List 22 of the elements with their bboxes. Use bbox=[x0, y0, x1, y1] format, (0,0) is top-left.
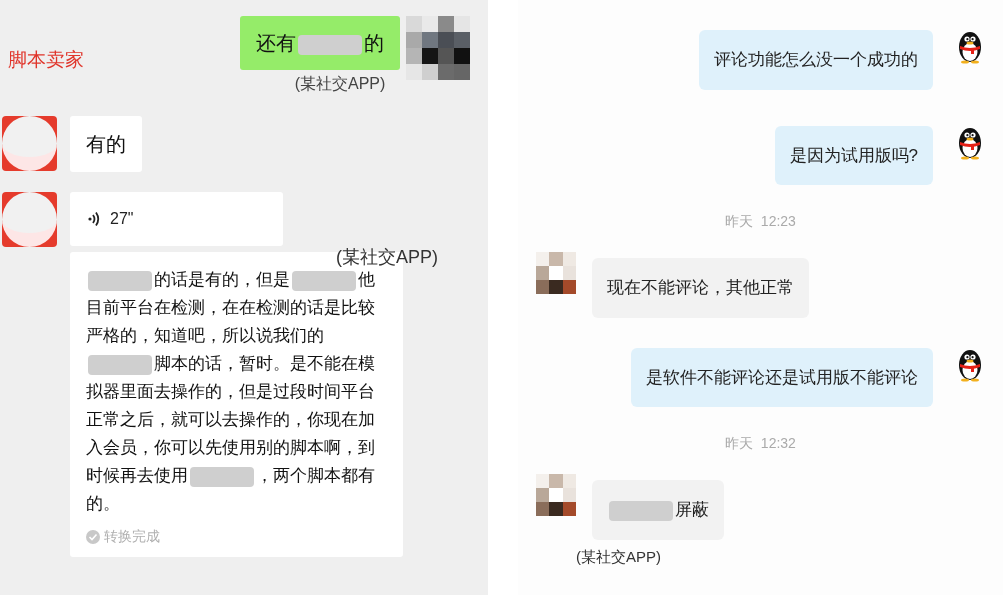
pixelated-avatar bbox=[536, 474, 576, 516]
voice-duration: 27" bbox=[110, 209, 134, 229]
check-icon bbox=[86, 529, 100, 544]
timestamp: 昨天 12:32 bbox=[725, 434, 796, 453]
message-bubble: 现在不能评论，其他正常 bbox=[592, 258, 809, 318]
pixelated-avatar bbox=[406, 16, 470, 80]
voice-message-bubble[interactable]: 27" bbox=[70, 192, 283, 246]
caption: (某社交APP) bbox=[576, 546, 661, 567]
voice-icon bbox=[88, 211, 100, 227]
message-bubble: 是因为试用版吗? bbox=[774, 125, 933, 185]
message-bubble: 有的 bbox=[70, 116, 142, 172]
transcript-text: 的话是有的，但是 他目前平台在检测，在在检测的话是比较严格的，知道吧，所以说我们的 脚本的话，暂时。是不能在模拟器里面去操作的，但是过段时间平台正常之后，就可以去操作的，你现在加入会员，你可以先使用别的脚本啊，到时候再去使用 ，两个脚本都有的。 bbox=[86, 269, 376, 515]
pixelated-avatar bbox=[536, 252, 576, 294]
contact-name: 脚本卖家 bbox=[8, 48, 84, 72]
message-bubble: 还有 的 bbox=[240, 16, 400, 70]
transcription-status: 转换完成 bbox=[104, 527, 160, 546]
caption: (某社交APP) bbox=[336, 246, 438, 269]
message-bubble: 是软件不能评论还是试用版不能评论 bbox=[631, 347, 933, 407]
message-bubble: 评论功能怎么没一个成功的 bbox=[699, 30, 933, 90]
caption: (某社交APP) bbox=[294, 74, 386, 94]
timestamp: 昨天 12:23 bbox=[725, 212, 796, 231]
message-bubble: 屏蔽 bbox=[592, 480, 724, 540]
